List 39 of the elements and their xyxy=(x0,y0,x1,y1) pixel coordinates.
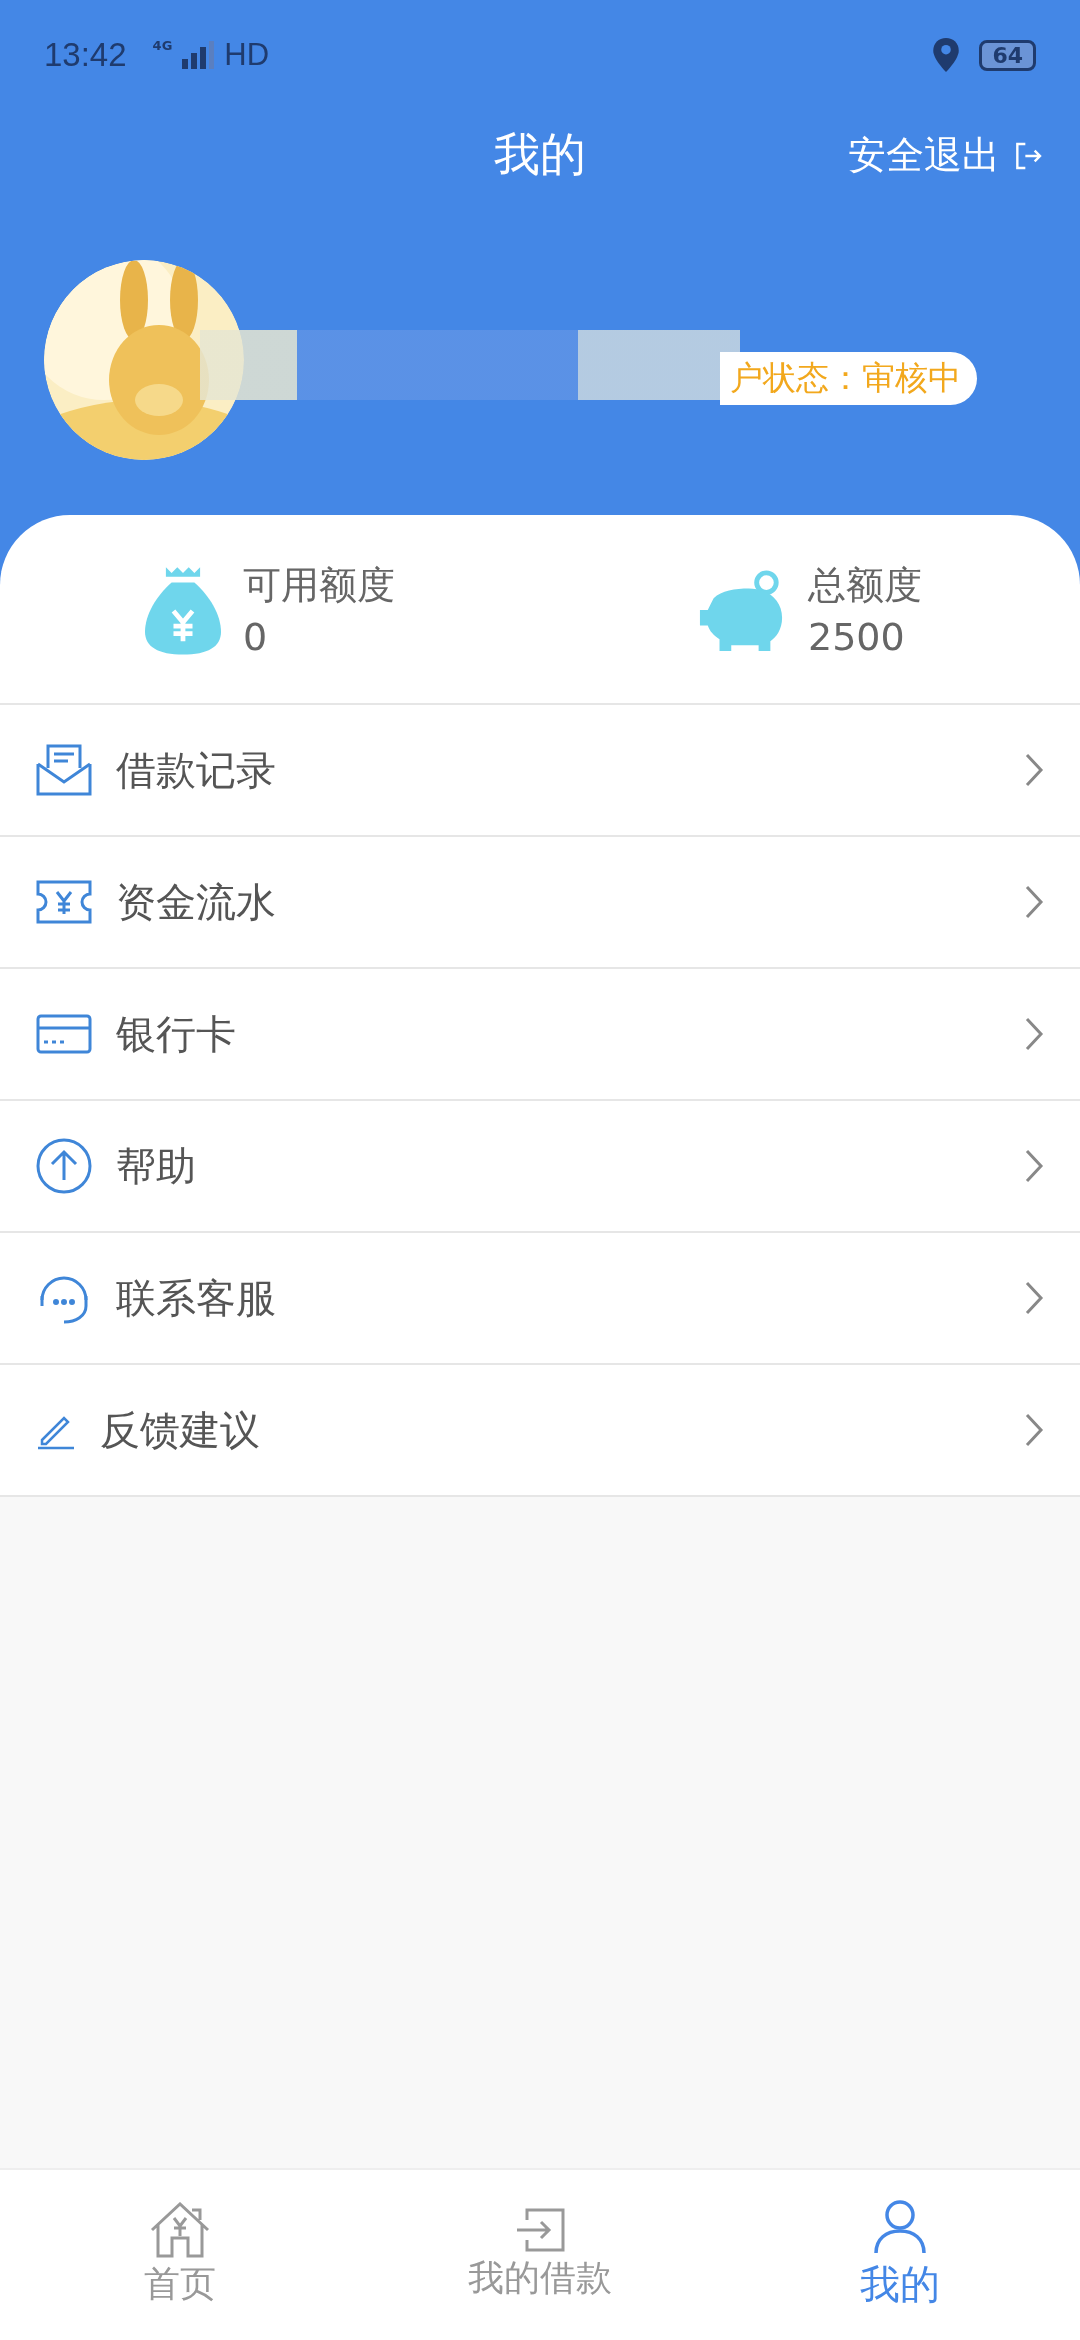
home-icon xyxy=(150,2201,210,2258)
ticket-icon xyxy=(36,880,92,924)
up-arrow-circle-icon xyxy=(36,1138,92,1194)
signal-icon xyxy=(182,41,215,69)
menu-item[interactable]: 银行卡 xyxy=(0,969,1080,1101)
chevron-right-icon xyxy=(1024,1412,1044,1448)
hd-label: HD xyxy=(224,37,270,73)
menu-item[interactable]: 借款记录 xyxy=(0,705,1080,837)
menu-label: 帮助 xyxy=(116,1141,197,1191)
menu-item[interactable]: 联系客服 xyxy=(0,1233,1080,1365)
status-badge: 户状态：审核中 xyxy=(720,352,977,405)
chevron-right-icon xyxy=(1024,1016,1044,1052)
chevron-right-icon xyxy=(1024,1148,1044,1184)
page-title: 我的 xyxy=(494,126,586,183)
menu-label: 反馈建议 xyxy=(100,1405,261,1455)
envelope-icon xyxy=(36,744,92,796)
battery-indicator: 64 xyxy=(979,39,1036,71)
location-icon xyxy=(933,38,960,72)
user-icon xyxy=(872,2198,928,2255)
menu-item[interactable]: 资金流水 xyxy=(0,837,1080,969)
network-label: 4G xyxy=(152,38,173,53)
chevron-right-icon xyxy=(1024,1280,1044,1316)
menu-label: 借款记录 xyxy=(116,745,277,795)
stat-value: 2500 xyxy=(808,614,906,659)
menu-item[interactable]: 反馈建议 xyxy=(0,1365,1080,1497)
logout-button[interactable]: 安全退出 xyxy=(848,130,1044,181)
menu-label: 银行卡 xyxy=(116,1009,237,1059)
menu-label: 资金流水 xyxy=(116,877,277,927)
login-box-icon xyxy=(515,2207,565,2252)
bank-card-icon xyxy=(36,1014,92,1054)
nav-tab[interactable]: 我的 xyxy=(720,2170,1080,2340)
stat-label: 总额度 xyxy=(808,561,922,609)
menu-item[interactable]: 帮助 xyxy=(0,1101,1080,1233)
stat-label: 可用额度 xyxy=(243,561,395,609)
stat-value: 0 xyxy=(243,614,269,659)
status-time: 13:42 xyxy=(44,36,127,74)
chevron-right-icon xyxy=(1024,884,1044,920)
chevron-right-icon xyxy=(1024,752,1044,788)
menu-label: 联系客服 xyxy=(116,1273,277,1323)
